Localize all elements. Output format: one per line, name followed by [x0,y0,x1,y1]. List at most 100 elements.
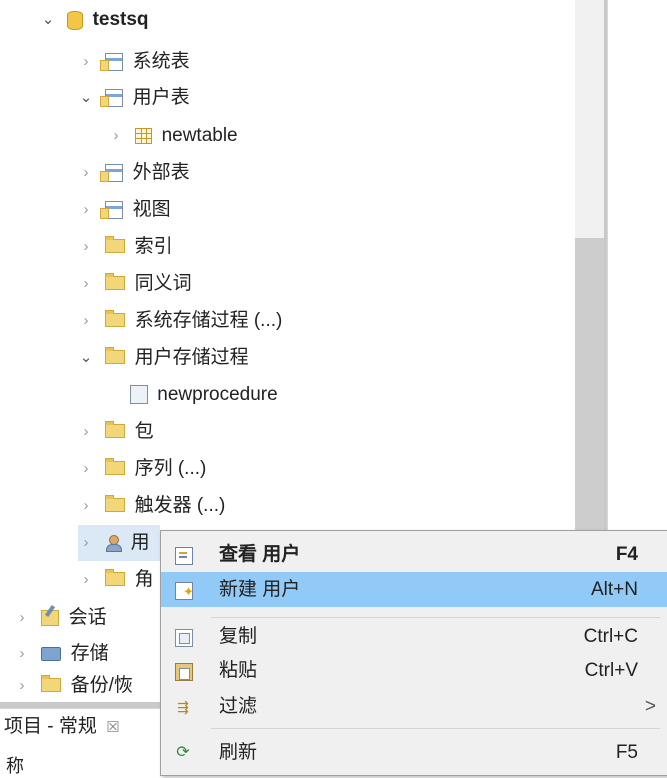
menu-item-shortcut: Ctrl+C [583,626,638,647]
expand-arrow-icon[interactable]: › [78,451,94,487]
tree-node-label: 外部表 [132,162,190,184]
folder-icon [105,310,126,327]
tree-node-label: 备份/恢 [70,675,133,697]
folder-icon [105,421,126,438]
tree-node-sequences[interactable]: › 序列 (...) [78,451,206,487]
menu-item-view-user[interactable]: 查看 用户 F4 [161,537,667,572]
tab-label: 项目 - 常规 [4,716,97,737]
menu-item-label: 过滤 [219,696,258,717]
tree-node-label: 系统存储过程 (...) [134,310,283,332]
right-pane [607,0,667,530]
tree-node-label: 索引 [134,236,173,258]
table-group-icon [100,89,124,107]
tree-node-testsq[interactable]: ⌄ testsq [40,2,149,38]
vertical-scrollbar-thumb[interactable] [575,238,606,530]
expand-arrow-icon[interactable]: › [78,562,94,598]
tree-node-label: 用户表 [132,87,190,109]
tree-node-roles[interactable]: › 角 [78,562,154,598]
tree-node-backup-restore[interactable]: › 备份/恢 [14,668,133,704]
menu-item-shortcut: Ctrl+V [584,660,638,681]
copy-icon [175,629,193,647]
tree-node-label: 会话 [68,607,107,629]
table-icon [135,128,153,144]
tree-node-label: 存储 [70,643,109,665]
folder-icon [41,675,62,692]
tree-node-user-tables[interactable]: ⌄ 用户表 [78,80,190,116]
collapse-arrow-icon[interactable]: ⌄ [78,80,94,116]
menu-item-new-user[interactable]: 新建 用户 Alt+N [161,572,667,609]
close-icon[interactable]: ☒ [106,719,119,736]
refresh-icon: ⟳ [176,744,190,761]
expand-arrow-icon[interactable]: › [78,155,94,191]
tree-node-users[interactable]: › 用 [78,525,160,561]
tree-node-label: 包 [134,421,154,443]
tree-node-label: newtable [161,125,238,147]
tree-node-label: 视图 [132,199,171,221]
collapse-arrow-icon[interactable]: ⌄ [78,340,94,376]
storage-icon [41,647,62,661]
new-user-icon [175,574,194,609]
menu-item-filter[interactable]: ⇶ 过滤 > [161,689,667,724]
folder-icon [105,495,126,512]
submenu-arrow-icon: > [644,696,656,717]
menu-item-label: 复制 [219,626,258,647]
tree-node-label: newprocedure [157,384,278,405]
expand-arrow-icon[interactable]: › [14,636,30,672]
menu-item-refresh[interactable]: ⟳ 刷新 F5 [161,735,667,770]
folder-icon [105,458,126,475]
expand-arrow-icon[interactable]: › [14,668,30,704]
session-icon [41,610,60,626]
tree-node-storage[interactable]: › 存储 [14,636,109,672]
tree-node-label: 用户存储过程 [134,347,249,369]
menu-item-paste[interactable]: 粘贴 Ctrl+V [161,653,667,688]
menu-separator [211,617,660,618]
column-header-name: 称 [6,756,24,776]
tree-node-system-procedures[interactable]: › 系统存储过程 (...) [78,303,282,339]
menu-item-label: 刷新 [219,742,258,763]
menu-item-label: 新建 用户 [219,579,301,600]
view-group-icon [100,201,124,219]
tree-node-user-procedures[interactable]: ⌄ 用户存储过程 [78,340,249,376]
expand-arrow-icon[interactable]: › [78,229,94,265]
database-icon [67,10,84,30]
expand-arrow-icon[interactable]: › [78,488,94,524]
folder-icon [105,569,126,586]
tree-node-triggers[interactable]: › 触发器 (...) [78,488,225,524]
folder-icon [105,347,126,364]
tree-node-label: 同义词 [134,273,192,295]
expand-arrow-icon[interactable]: › [14,600,30,636]
menu-item-shortcut: F5 [615,742,638,763]
tree-node-synonyms[interactable]: › 同义词 [78,266,192,302]
collapse-arrow-icon[interactable]: ⌄ [40,2,56,38]
expand-arrow-icon[interactable]: › [78,44,94,80]
tree-node-packages[interactable]: › 包 [78,414,154,450]
tree-node-label: 系统表 [132,51,190,73]
tree-node-sessions[interactable]: › 会话 [14,600,107,636]
tree-node-views[interactable]: › 视图 [78,192,171,228]
tree-node-label: testsq [92,9,149,31]
expand-arrow-icon[interactable]: › [78,525,94,561]
table-group-icon [100,53,124,71]
expand-arrow-icon[interactable]: › [78,303,94,339]
expand-arrow-icon[interactable]: › [78,192,94,228]
menu-item-label: 查看 用户 [219,544,301,565]
expand-arrow-icon[interactable]: › [108,118,124,154]
folder-icon [105,273,126,290]
menu-item-copy[interactable]: 复制 Ctrl+C [161,619,667,654]
table-group-icon [100,164,124,182]
expand-arrow-icon[interactable]: › [78,266,94,302]
tree-node-external-tables[interactable]: › 外部表 [78,155,190,191]
menu-item-shortcut: F4 [615,544,638,565]
tree-node-newprocedure[interactable]: newprocedure [124,377,278,413]
folder-icon [105,236,126,253]
tree-node-label: 用 [130,532,150,554]
tree-node-label: 触发器 (...) [134,495,226,517]
filter-icon: ⇶ [177,699,189,715]
procedure-icon [130,385,148,405]
tree-node-system-tables[interactable]: › 系统表 [78,44,190,80]
tree-node-indexes[interactable]: › 索引 [78,229,173,265]
menu-separator [211,728,660,729]
tree-node-newtable[interactable]: › newtable [108,118,238,154]
tab-project-general[interactable]: 项目 - 常规 ☒ [0,708,160,745]
expand-arrow-icon[interactable]: › [78,414,94,450]
